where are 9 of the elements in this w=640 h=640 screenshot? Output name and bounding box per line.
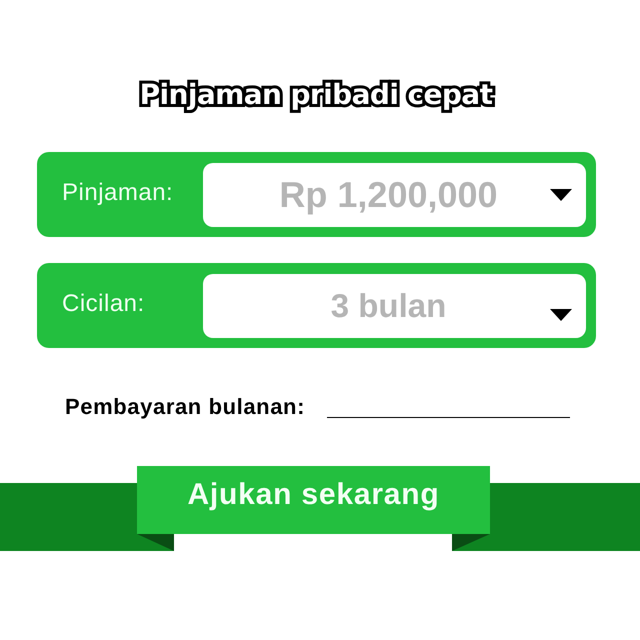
monthly-payment-label: Pembayaran bulanan:	[65, 394, 306, 420]
dropdown[interactable]: Rp 1,200,000	[203, 162, 586, 226]
page-title: Pinjaman pribadi cepat	[136, 76, 496, 114]
field-label: Cicilan:	[61, 288, 146, 318]
submit-button[interactable]: Ajukan sekarang	[137, 466, 490, 534]
field-label: Pinjaman:	[61, 178, 174, 208]
caret-icon	[550, 308, 572, 320]
caret-icon	[550, 188, 572, 200]
dropdown[interactable]: 3 bulan	[203, 274, 586, 338]
